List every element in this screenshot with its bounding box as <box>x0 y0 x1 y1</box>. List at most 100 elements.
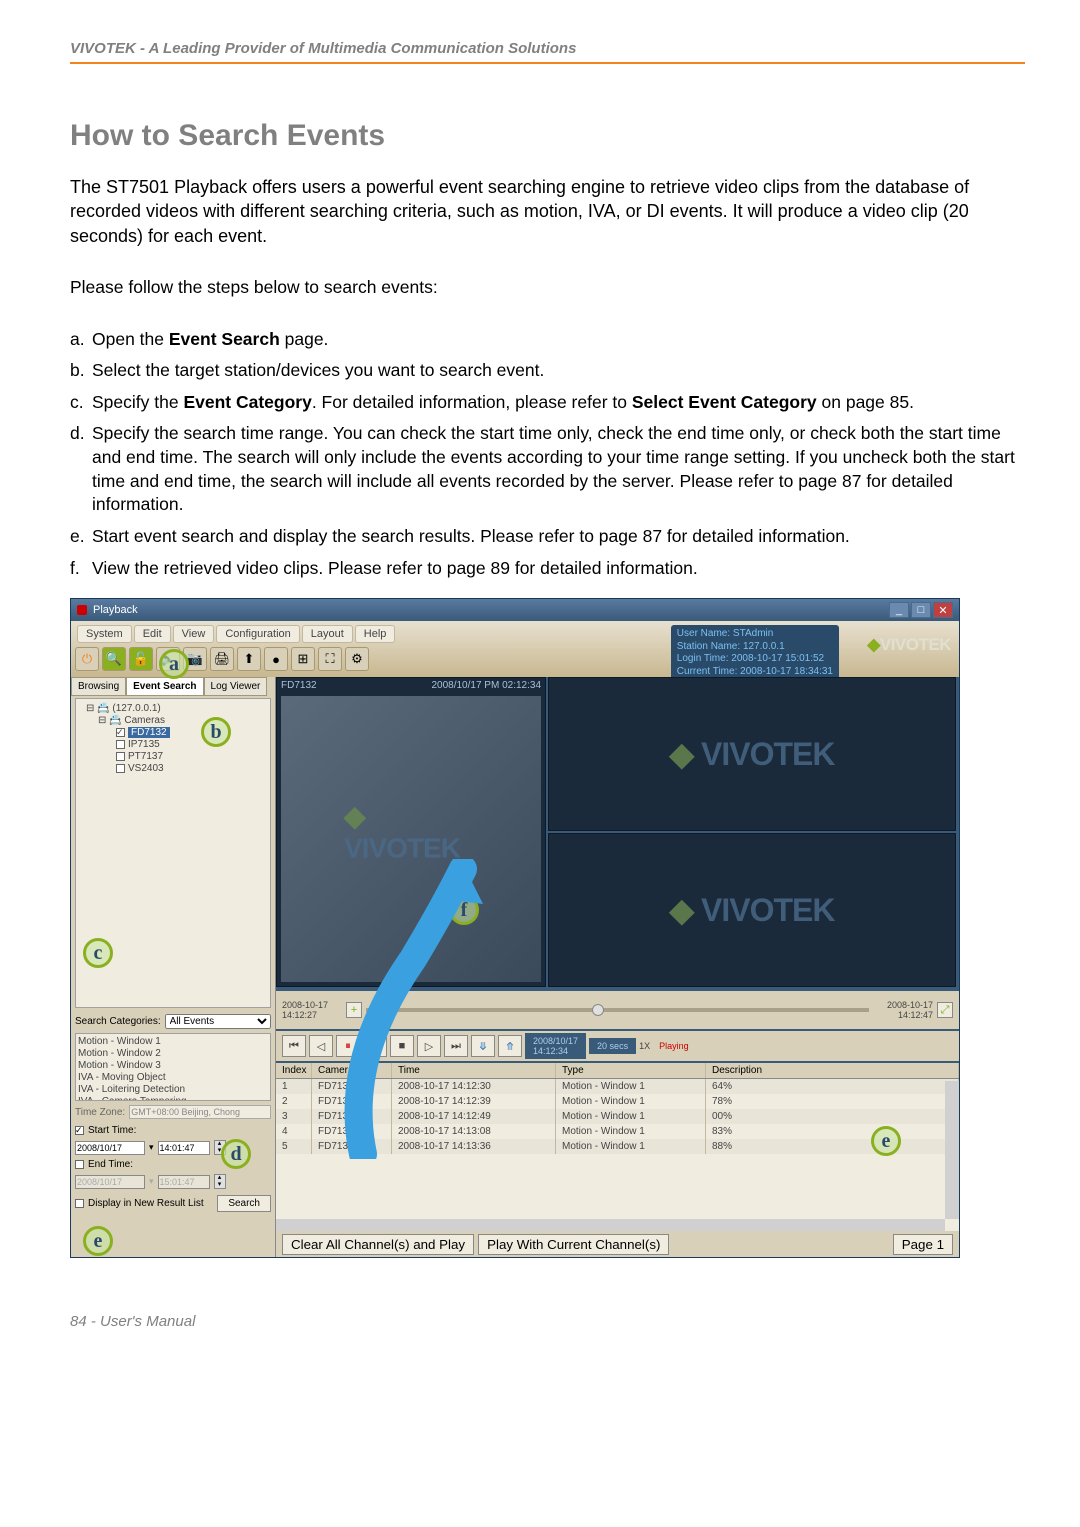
cam-checkbox[interactable] <box>116 728 125 737</box>
timezone-label: Time Zone: <box>75 1107 125 1118</box>
step-f: f. View the retrieved video clips. Pleas… <box>70 557 1025 581</box>
play-icon[interactable]: ▷ <box>363 1035 387 1057</box>
menu-configuration[interactable]: Configuration <box>216 625 299 643</box>
search-categories-select[interactable]: All Events <box>165 1014 271 1029</box>
menu-toolbar: System Edit View Configuration Layout He… <box>71 621 959 677</box>
page-title: How to Search Events <box>70 119 1025 153</box>
start-time-checkbox[interactable] <box>75 1126 84 1135</box>
stop-icon[interactable]: ■ <box>390 1035 414 1057</box>
table-row[interactable]: 5FD71322008-10-17 14:13:36Motion - Windo… <box>276 1139 959 1154</box>
app-title: Playback <box>93 604 138 616</box>
table-row[interactable]: 1FD71322008-10-17 14:12:30Motion - Windo… <box>276 1079 959 1094</box>
skip-end-icon[interactable]: ⏭ <box>444 1035 468 1057</box>
maximize-button[interactable]: □ <box>911 602 931 618</box>
intro-paragraph: The ST7501 Playback offers users a power… <box>70 175 1025 248</box>
table-row[interactable]: 3FD71322008-10-17 14:12:49Motion - Windo… <box>276 1109 959 1124</box>
results-table: Index Camera Time Type Description 1FD71… <box>276 1063 959 1231</box>
prev-frame-icon[interactable]: ◁ <box>309 1035 333 1057</box>
table-row[interactable]: 2FD71322008-10-17 14:12:39Motion - Windo… <box>276 1094 959 1109</box>
video-main[interactable]: FD7132 2008/10/17 PM 02:12:34 ◆ VIVOTEK <box>276 677 546 987</box>
horizontal-scrollbar[interactable] <box>276 1219 945 1231</box>
vivotek-logo: ◆VIVOTEK <box>867 635 951 655</box>
display-new-checkbox[interactable] <box>75 1199 84 1208</box>
menu-view[interactable]: View <box>173 625 215 643</box>
timeline-start: 2008-10-17 14:12:27 <box>282 1000 342 1020</box>
menu-layout[interactable]: Layout <box>302 625 353 643</box>
tab-event-search[interactable]: Event Search <box>126 677 203 696</box>
end-time-input[interactable] <box>158 1175 210 1189</box>
play-current-button[interactable]: Play With Current Channel(s) <box>478 1234 669 1255</box>
start-time-input[interactable] <box>158 1141 210 1155</box>
search-button[interactable]: Search <box>217 1195 271 1212</box>
cam-checkbox[interactable] <box>116 752 125 761</box>
tab-log-viewer[interactable]: Log Viewer <box>204 677 268 696</box>
skip-start-icon[interactable]: ⏮ <box>282 1035 306 1057</box>
zoom-out-icon[interactable]: ⤢ <box>937 1002 953 1018</box>
header-brand-text: VIVOTEK - A Leading Provider of Multimed… <box>70 40 576 57</box>
dropdown-icon[interactable]: ▾ <box>149 1176 154 1187</box>
end-time-label: End Time: <box>88 1159 133 1170</box>
page-button[interactable]: Page 1 <box>893 1234 953 1255</box>
clear-all-button[interactable]: Clear All Channel(s) and Play <box>282 1234 474 1255</box>
power-icon[interactable]: ⏻ <box>75 647 99 671</box>
watermark-logo: ◆ VIVOTEK <box>670 735 835 773</box>
minimize-button[interactable]: _ <box>889 602 909 618</box>
play-timestamp: 2008/10/17 14:12:34 <box>525 1033 586 1059</box>
menu-help[interactable]: Help <box>355 625 396 643</box>
end-date-input[interactable] <box>75 1175 145 1189</box>
event-search-icon[interactable]: 🔍 <box>102 647 126 671</box>
timeline-track[interactable] <box>366 1008 869 1012</box>
center-panel: FD7132 2008/10/17 PM 02:12:34 ◆ VIVOTEK … <box>276 677 959 1257</box>
close-button[interactable]: ✕ <box>933 602 953 618</box>
play-speed: 1X <box>639 1041 650 1051</box>
settings-icon[interactable]: ⚙ <box>345 647 369 671</box>
dropdown-icon[interactable]: ▾ <box>149 1142 154 1153</box>
table-row[interactable]: 4FD71322008-10-17 14:13:08Motion - Windo… <box>276 1124 959 1139</box>
camera-icon[interactable]: 📷 <box>183 647 207 671</box>
category-list[interactable]: Motion - Window 1 Motion - Window 2 Moti… <box>75 1033 271 1101</box>
step-e: e. Start event search and display the se… <box>70 525 1025 549</box>
tab-browsing[interactable]: Browsing <box>71 677 126 696</box>
export-icon[interactable]: ⬆ <box>237 647 261 671</box>
record-icon[interactable]: ● <box>264 647 288 671</box>
cam-checkbox[interactable] <box>116 740 125 749</box>
cam-checkbox[interactable] <box>116 764 125 773</box>
col-index[interactable]: Index <box>276 1063 312 1078</box>
app-window: Playback _ □ ✕ System Edit View Configur… <box>70 598 960 1258</box>
step-c: c. Specify the Event Category. For detai… <box>70 391 1025 415</box>
menu-edit[interactable]: Edit <box>134 625 171 643</box>
print-icon[interactable]: 🖨 <box>210 647 234 671</box>
speaker-icon[interactable]: 🔈 <box>156 647 180 671</box>
fullscreen-icon[interactable]: ⛶ <box>318 647 342 671</box>
speed-down-icon[interactable]: ⤋ <box>471 1035 495 1057</box>
video-cell-2[interactable]: ◆ VIVOTEK <box>548 677 956 831</box>
timeline-end: 2008-10-17 14:12:47 <box>873 1000 933 1020</box>
bottom-action-bar: Clear All Channel(s) and Play Play With … <box>276 1231 959 1257</box>
unlock-icon[interactable]: 🔓 <box>129 647 153 671</box>
page-footer: 84 - User's Manual <box>70 1313 1025 1330</box>
step-a: a. Open the Event Search page. <box>70 328 1025 352</box>
col-description[interactable]: Description <box>706 1063 959 1078</box>
left-panel: Browsing Event Search Log Viewer ⊟ 📇 (12… <box>71 677 276 1257</box>
time-spinner[interactable]: ▴▾ <box>214 1174 226 1189</box>
time-spinner[interactable]: ▴▾ <box>214 1140 226 1155</box>
col-camera[interactable]: Camera <box>312 1063 392 1078</box>
layout-grid-icon[interactable]: ⊞ <box>291 647 315 671</box>
menu-system[interactable]: System <box>77 625 132 643</box>
end-time-checkbox[interactable] <box>75 1160 84 1169</box>
vertical-scrollbar[interactable] <box>945 1081 959 1219</box>
start-date-input[interactable] <box>75 1141 145 1155</box>
device-tree[interactable]: ⊟ 📇 (127.0.0.1) ⊟ 📇 Cameras FD7132 IP713… <box>75 698 271 1008</box>
col-time[interactable]: Time <box>392 1063 556 1078</box>
title-bar: Playback _ □ ✕ <box>71 599 959 621</box>
user-info-panel: User Name: STAdmin Station Name: 127.0.0… <box>671 625 839 681</box>
speed-up-icon[interactable]: ⤊ <box>498 1035 522 1057</box>
col-type[interactable]: Type <box>556 1063 706 1078</box>
timezone-input[interactable] <box>129 1105 271 1119</box>
display-new-label: Display in New Result List <box>88 1198 213 1209</box>
zoom-in-icon[interactable]: + <box>346 1002 362 1018</box>
next-frame-icon[interactable]: ▷ <box>417 1035 441 1057</box>
timeline-thumb[interactable] <box>592 1004 604 1016</box>
pause-icon[interactable]: ⏸ <box>336 1035 360 1057</box>
video-cell-3[interactable]: ◆ VIVOTEK <box>548 833 956 987</box>
